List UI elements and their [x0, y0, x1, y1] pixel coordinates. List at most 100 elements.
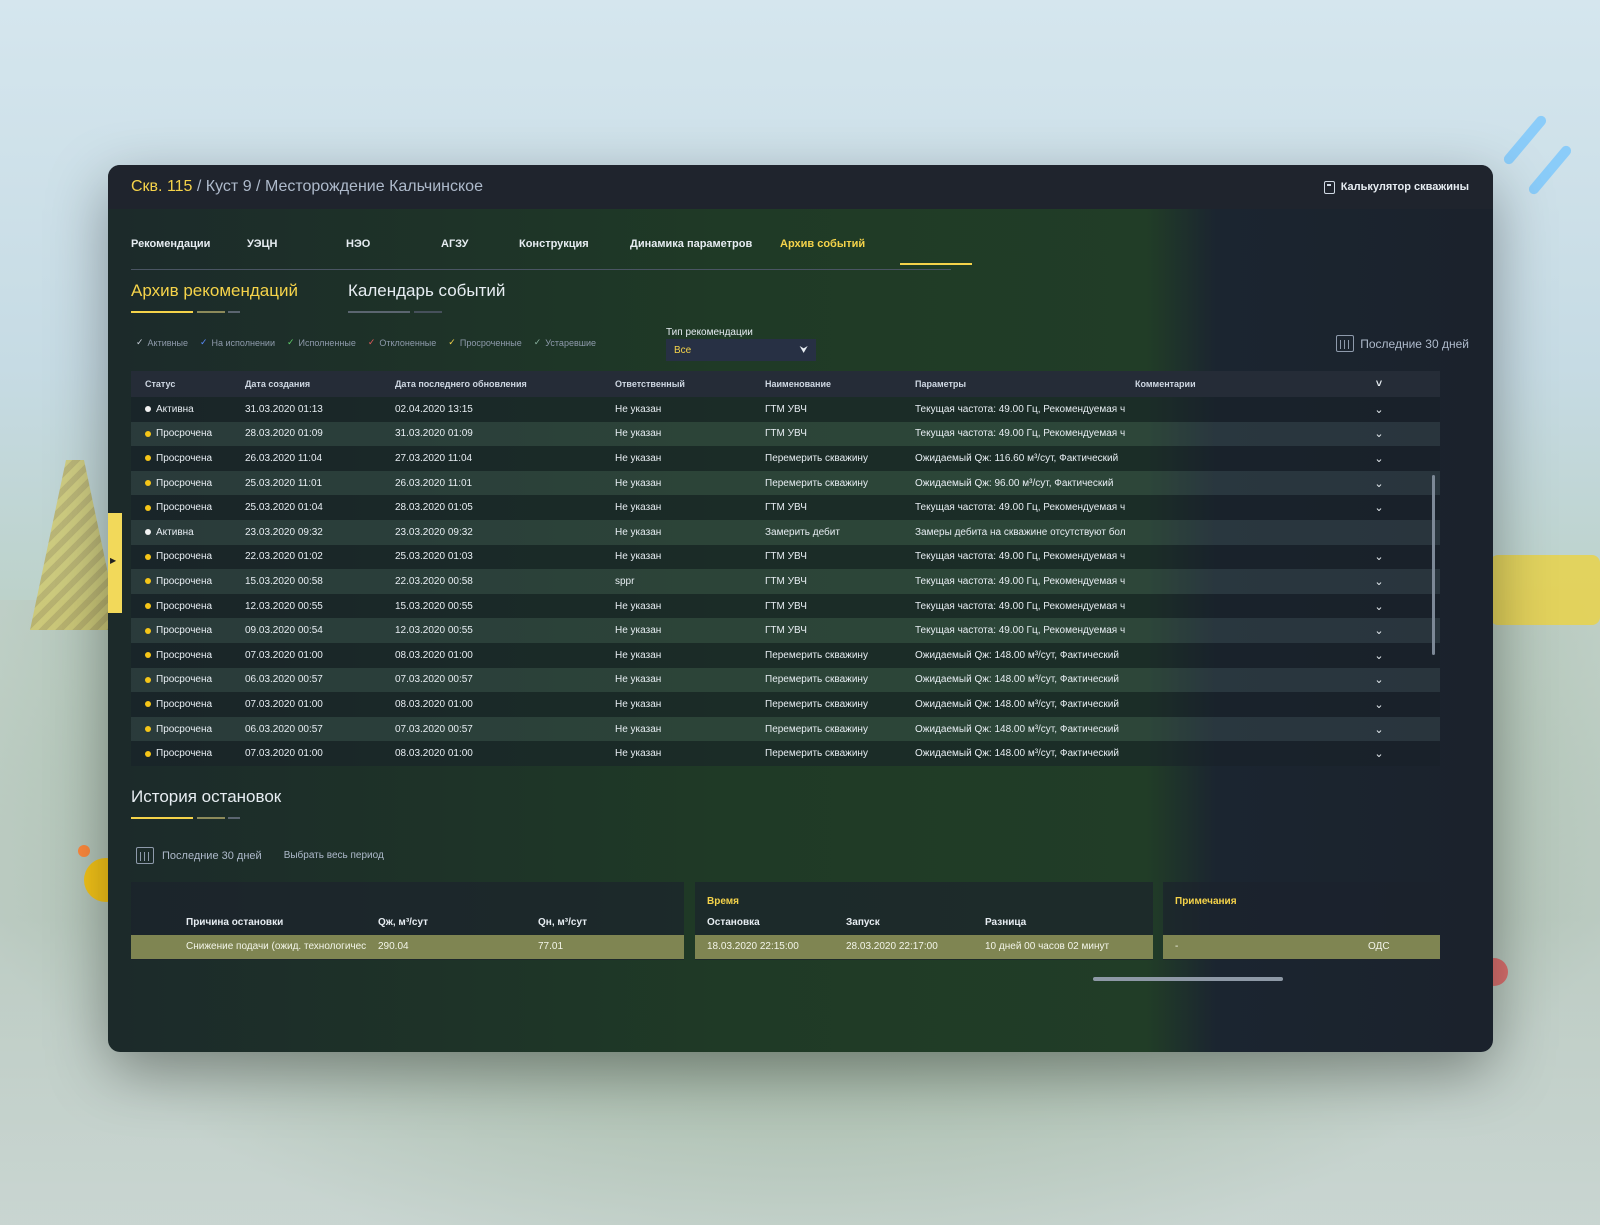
- params-cell: Ожидаемый Qж: 148.00 м³/сут, Фактический: [915, 674, 1119, 686]
- status-cell: Просрочена: [131, 478, 245, 489]
- table-row[interactable]: Просрочена 26.03.2020 11:04 27.03.2020 11:…: [131, 446, 1440, 471]
- filter-outdated[interactable]: ✓ Устаревшие: [534, 337, 596, 348]
- active-tab-indicator: [900, 263, 972, 265]
- name-cell: ГТМ УВЧ: [765, 625, 807, 637]
- table-scrollbar[interactable]: [1432, 475, 1435, 655]
- calendar-icon[interactable]: [136, 847, 154, 864]
- table-row[interactable]: Просрочена 07.03.2020 01:00 08.03.2020 01:…: [131, 741, 1440, 766]
- breadcrumb-well[interactable]: Скв. 115: [131, 178, 192, 195]
- history-period-filter: Последние 30 дней Выбрать весь период: [136, 847, 384, 864]
- params-cell: Текущая частота: 49.00 Гц, Рекомендуемая…: [915, 625, 1126, 637]
- expand-chevron-icon[interactable]: ⌄: [1358, 452, 1400, 465]
- table-row[interactable]: Просрочена 09.03.2020 00:54 12.03.2020 00:…: [131, 618, 1440, 643]
- select-all-period-link[interactable]: Выбрать весь период: [284, 850, 384, 861]
- filter-label: Просроченные: [459, 337, 522, 348]
- stop-notes-row[interactable]: - ОДС: [1163, 935, 1440, 959]
- expand-chevron-icon[interactable]: ⌄: [1358, 600, 1400, 613]
- table-row[interactable]: Просрочена 07.03.2020 01:00 08.03.2020 01:…: [131, 642, 1440, 668]
- check-icon: ✓: [367, 337, 376, 347]
- calculator-icon: [1323, 180, 1335, 194]
- expand-chevron-icon[interactable]: ⌄: [1358, 649, 1400, 662]
- table-row[interactable]: Просрочена 25.03.2020 01:04 28.03.2020 01:…: [131, 495, 1440, 520]
- status-label: Просрочена: [156, 698, 213, 710]
- tab-construction[interactable]: Конструкция: [519, 238, 589, 250]
- table-row[interactable]: Просрочена 22.03.2020 01:02 25.03.2020 01:…: [131, 544, 1440, 570]
- side-panel-toggle[interactable]: [108, 513, 122, 613]
- check-icon: ✓: [286, 337, 295, 347]
- check-icon: ✓: [199, 337, 208, 347]
- table-row[interactable]: Просрочена 06.03.2020 00:57 07.03.2020 00:…: [131, 667, 1440, 693]
- column-header[interactable]: Наименование: [765, 379, 915, 389]
- updated-cell: 07.03.2020 00:57: [395, 723, 473, 735]
- tab-agzu[interactable]: АГЗУ: [441, 238, 469, 250]
- status-label: Просрочена: [156, 625, 213, 637]
- expand-chevron-icon[interactable]: ⌄: [1358, 477, 1400, 490]
- tab-recommendations[interactable]: Рекомендации: [131, 238, 210, 250]
- well-calculator-button[interactable]: Калькулятор скважины: [1323, 180, 1469, 194]
- subtab-recommendation-archive[interactable]: Архив рекомендаций: [131, 281, 298, 301]
- tab-neo[interactable]: НЭО: [346, 238, 370, 250]
- column-menu-icon[interactable]: ˅: [1358, 378, 1400, 390]
- subtab-event-calendar[interactable]: Календарь событий: [348, 281, 505, 301]
- column-header[interactable]: Комментарии: [1135, 379, 1358, 389]
- status-cell: Активна: [131, 527, 245, 538]
- expand-chevron-icon[interactable]: ⌄: [1358, 698, 1400, 711]
- column-header: Qж, м³/сут: [378, 917, 429, 928]
- history-period-label[interactable]: Последние 30 дней: [162, 850, 262, 862]
- column-header[interactable]: Параметры: [915, 379, 1135, 389]
- updated-cell: 02.04.2020 13:15: [395, 403, 473, 415]
- table-row[interactable]: Активна 31.03.2020 01:13 02.04.2020 13:15 Н…: [131, 397, 1440, 422]
- name-cell: Перемерить скважину: [765, 674, 868, 686]
- expand-chevron-icon[interactable]: ⌄: [1358, 575, 1400, 588]
- expand-chevron-icon[interactable]: ⌄: [1358, 501, 1400, 514]
- status-label: Просрочена: [156, 575, 213, 587]
- status-label: Просрочена: [156, 452, 213, 464]
- column-header[interactable]: Дата создания: [245, 379, 395, 389]
- status-dot-icon: [145, 701, 151, 708]
- stop-time-row[interactable]: 18.03.2020 22:15:00 28.03.2020 22:17:00 …: [695, 935, 1153, 959]
- tab-parameter-dynamics[interactable]: Динамика параметров: [630, 238, 752, 250]
- stop-row[interactable]: Снижение подачи (ожид. технологичес 290.…: [131, 935, 684, 959]
- filter-overdue[interactable]: ✓ Просроченные: [448, 337, 521, 348]
- filter-in-progress[interactable]: ✓ На исполнении: [200, 337, 275, 348]
- stop-source: ОДС: [1368, 941, 1390, 952]
- filter-rejected[interactable]: ✓ Отклоненные: [368, 337, 436, 348]
- updated-cell: 31.03.2020 01:09: [395, 428, 473, 440]
- stop-history-title: История остановок: [131, 787, 282, 806]
- period-filter[interactable]: Последние 30 дней: [1336, 335, 1469, 352]
- check-icon: ✓: [136, 337, 144, 347]
- expand-chevron-icon[interactable]: ⌄: [1358, 427, 1400, 440]
- column-header[interactable]: Статус: [131, 379, 245, 389]
- tab-event-archive[interactable]: Архив событий: [780, 238, 865, 250]
- updated-cell: 26.03.2020 11:01: [395, 477, 473, 489]
- status-cell: Просрочена: [131, 748, 245, 759]
- expand-chevron-icon[interactable]: ⌄: [1358, 723, 1400, 736]
- history-horizontal-scrollbar[interactable]: [1093, 977, 1283, 981]
- column-header[interactable]: Дата последнего обновления: [395, 379, 615, 389]
- table-row[interactable]: Просрочена 12.03.2020 00:55 15.03.2020 00:…: [131, 593, 1440, 619]
- status-dot-icon: [145, 578, 151, 585]
- tab-uecn[interactable]: УЭЦН: [247, 238, 278, 250]
- expand-chevron-icon[interactable]: ⌄: [1358, 403, 1400, 416]
- name-cell: Перемерить скважину: [765, 723, 868, 735]
- updated-cell: 22.03.2020 00:58: [395, 575, 473, 587]
- expand-chevron-icon[interactable]: ⌄: [1358, 747, 1400, 760]
- expand-chevron-icon[interactable]: ⌄: [1358, 550, 1400, 563]
- table-row[interactable]: Просрочена 15.03.2020 00:58 22.03.2020 00:…: [131, 569, 1440, 594]
- table-row[interactable]: Активна 23.03.2020 09:32 23.03.2020 09:32 Н…: [131, 519, 1440, 545]
- expand-chevron-icon[interactable]: ⌄: [1358, 624, 1400, 637]
- expand-chevron-icon[interactable]: ⌄: [1358, 673, 1400, 686]
- table-row[interactable]: Просрочена 06.03.2020 00:57 07.03.2020 00:…: [131, 716, 1440, 742]
- params-cell: Ожидаемый Qж: 148.00 м³/сут, Фактический: [915, 698, 1119, 710]
- subtab-underline-accent: [197, 311, 225, 313]
- table-row[interactable]: Просрочена 07.03.2020 01:00 08.03.2020 01:…: [131, 692, 1440, 717]
- updated-cell: 08.03.2020 01:00: [395, 748, 473, 760]
- filter-active[interactable]: ✓ Активные: [136, 337, 188, 348]
- table-row[interactable]: Просрочена 28.03.2020 01:09 31.03.2020 01:…: [131, 421, 1440, 447]
- recommendation-type-select[interactable]: Все ⮟: [666, 339, 816, 361]
- table-row[interactable]: Просрочена 25.03.2020 11:01 26.03.2020 11:…: [131, 470, 1440, 496]
- status-cell: Просрочена: [131, 502, 245, 513]
- column-header[interactable]: Ответственный: [615, 379, 765, 389]
- filter-completed[interactable]: ✓ Исполненные: [287, 337, 356, 348]
- created-cell: 25.03.2020 11:01: [245, 477, 323, 489]
